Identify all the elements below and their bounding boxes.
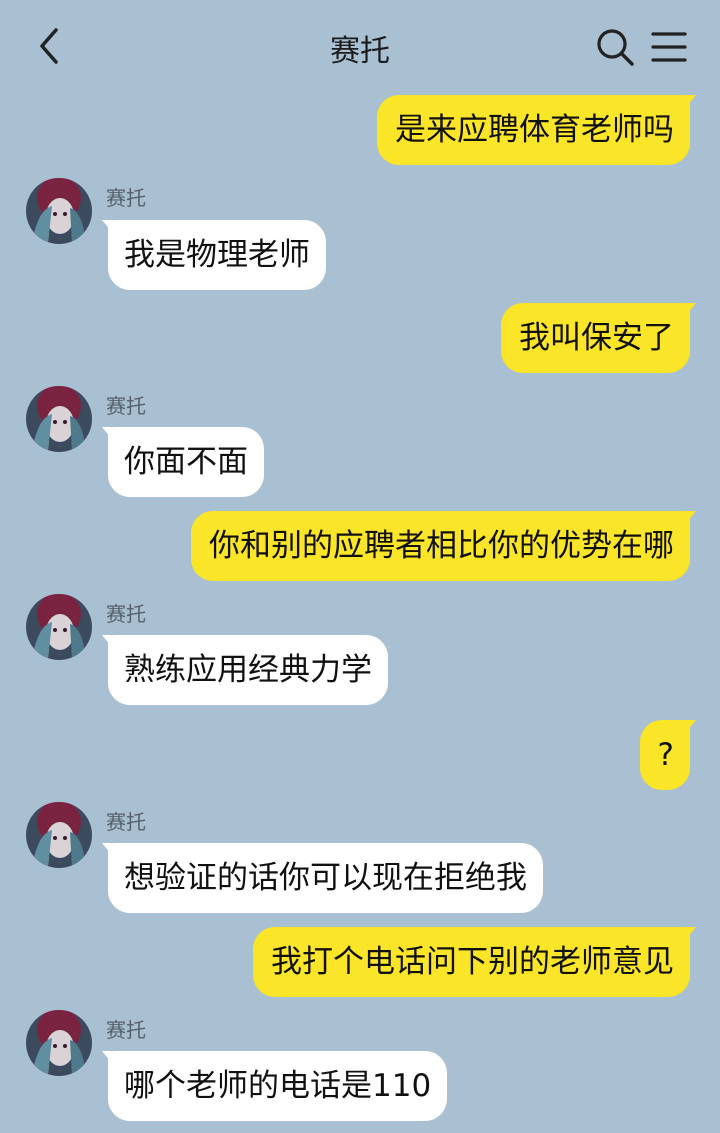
avatar[interactable] (26, 386, 92, 452)
avatar[interactable] (26, 594, 92, 660)
search-button[interactable] (594, 26, 636, 68)
incoming-message-bubble[interactable]: 想验证的话你可以现在拒绝我 (102, 843, 543, 913)
avatar-image (26, 802, 92, 868)
avatar-image (26, 386, 92, 452)
menu-icon (651, 32, 687, 62)
sender-name: 赛托 (106, 394, 146, 418)
sender-name: 赛托 (106, 602, 146, 626)
avatar-image (26, 594, 92, 660)
search-icon (597, 29, 634, 66)
outgoing-message-bubble[interactable]: 是来应聘体育老师吗 (377, 95, 696, 165)
outgoing-message-bubble[interactable]: 你和别的应聘者相比你的优势在哪 (191, 511, 696, 581)
avatar-image (26, 1010, 92, 1076)
menu-button[interactable] (650, 28, 688, 66)
avatar[interactable] (26, 1010, 92, 1076)
outgoing-message-bubble[interactable]: ? (639, 720, 697, 790)
incoming-message-bubble[interactable]: 我是物理老师 (102, 220, 326, 290)
avatar[interactable] (26, 178, 92, 244)
avatar-image (26, 178, 92, 244)
outgoing-message-bubble[interactable]: 我叫保安了 (501, 303, 696, 373)
incoming-message-bubble[interactable]: 熟练应用经典力学 (102, 635, 388, 705)
outgoing-message-bubble[interactable]: 我打个电话问下别的老师意见 (253, 927, 696, 997)
avatar[interactable] (26, 802, 92, 868)
incoming-message-bubble[interactable]: 你面不面 (102, 427, 264, 497)
sender-name: 赛托 (106, 186, 146, 210)
sender-name: 赛托 (106, 1018, 146, 1042)
sender-name: 赛托 (106, 810, 146, 834)
incoming-message-bubble[interactable]: 哪个老师的电话是110 (101, 1051, 448, 1121)
top-bar: 赛托 (0, 0, 720, 92)
